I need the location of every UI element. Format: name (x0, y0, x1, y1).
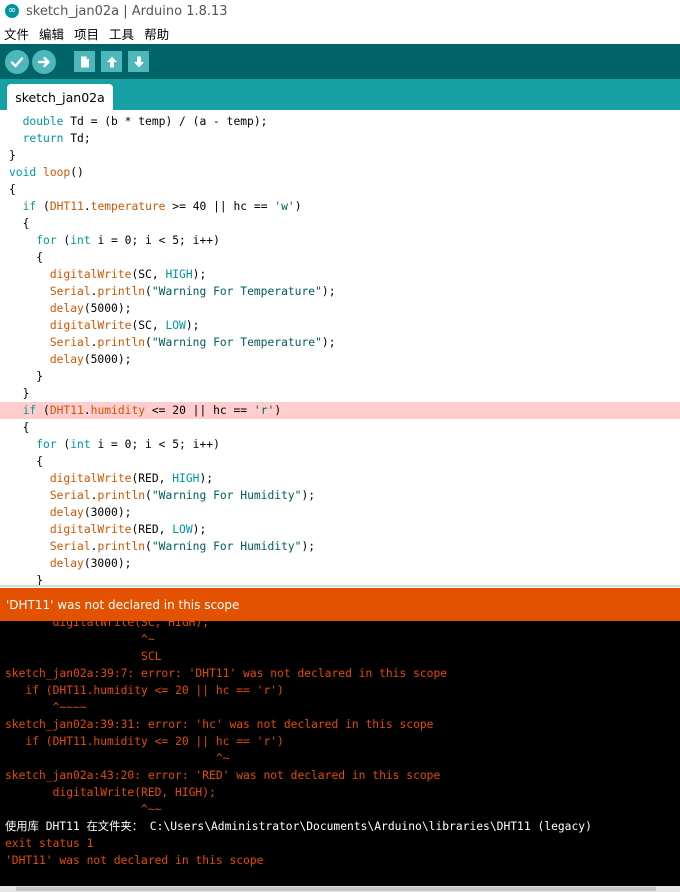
code-line[interactable]: delay(5000); (0, 351, 680, 368)
title-bar: ∞ sketch_jan02a | Arduino 1.8.13 (0, 0, 680, 22)
toolbar (0, 44, 680, 79)
verify-button[interactable] (5, 49, 29, 74)
menu-sketch[interactable]: 项目 (74, 24, 99, 43)
menu-bar: 文件 编辑 项目 工具 帮助 (0, 22, 680, 44)
console-line: sketch_jan02a:39:7: error: 'DHT11' was n… (5, 667, 448, 680)
code-line[interactable]: { (0, 453, 680, 470)
console-horizontal-scrollbar[interactable] (0, 886, 680, 892)
code-line[interactable]: for (int i = 0; i < 5; i++) (0, 436, 680, 453)
save-button[interactable] (128, 51, 149, 72)
menu-tools[interactable]: 工具 (109, 24, 134, 43)
code-editor[interactable]: double Td = (b * temp) / (a - temp); ret… (0, 110, 680, 587)
console-line: sketch_jan02a:39:31: error: 'hc' was not… (5, 718, 434, 731)
menu-edit[interactable]: 编辑 (39, 24, 64, 43)
new-file-icon (80, 56, 89, 67)
console-line: digitalWrite(RED, HIGH); (5, 786, 216, 799)
console-line: 'DHT11' was not declared in this scope (5, 854, 264, 867)
code-line[interactable]: digitalWrite(SC, LOW); (0, 317, 680, 334)
arrow-right-icon (37, 56, 50, 67)
scrollbar-thumb[interactable] (16, 887, 656, 891)
console-line: digitalWrite(SC, HIGH); (5, 621, 210, 629)
code-line[interactable]: if (DHT11.temperature >= 40 || hc == 'w'… (0, 198, 680, 215)
console-output[interactable]: digitalWrite(SC, HIGH); ^~ SCL sketch_jan… (0, 621, 680, 886)
code-line[interactable]: Serial.println("Warning For Humidity"); (0, 538, 680, 555)
code-line-error[interactable]: if (DHT11.humidity <= 20 || hc == 'r') (0, 402, 680, 419)
console-line: SCL (5, 650, 162, 663)
arrow-up-icon (106, 56, 117, 67)
menu-help[interactable]: 帮助 (144, 24, 169, 43)
console-line: sketch_jan02a:43:20: error: 'RED' was no… (5, 769, 441, 782)
error-banner: 'DHT11' was not declared in this scope (0, 588, 680, 621)
console-line: ^~~~~ (5, 701, 87, 714)
code-line[interactable]: Serial.println("Warning For Humidity"); (0, 487, 680, 504)
code-line[interactable]: void loop() (0, 164, 680, 181)
console-line: exit status 1 (5, 837, 94, 850)
code-line[interactable]: { (0, 181, 680, 198)
arrow-down-icon (133, 56, 144, 67)
console-line: if (DHT11.humidity <= 20 || hc == 'r') (5, 684, 284, 697)
code-line[interactable]: Serial.println("Warning For Temperature"… (0, 334, 680, 351)
code-line[interactable]: digitalWrite(RED, LOW); (0, 521, 680, 538)
code-line[interactable]: digitalWrite(RED, HIGH); (0, 470, 680, 487)
code-line[interactable]: Serial.println("Warning For Temperature"… (0, 283, 680, 300)
window-title: sketch_jan02a | Arduino 1.8.13 (26, 3, 228, 19)
upload-button[interactable] (32, 49, 56, 74)
code-line[interactable]: delay(3000); (0, 504, 680, 521)
code-line[interactable]: { (0, 249, 680, 266)
console-line: ^~ (5, 633, 155, 646)
code-line[interactable]: delay(3000); (0, 555, 680, 572)
console-line: if (DHT11.humidity <= 20 || hc == 'r') (5, 735, 284, 748)
code-line[interactable]: double Td = (b * temp) / (a - temp); (0, 113, 680, 130)
tab-bar: sketch_jan02a (0, 79, 680, 110)
tab-sketch-jan02a[interactable]: sketch_jan02a (7, 84, 113, 110)
arduino-logo-icon: ∞ (5, 4, 19, 18)
code-line[interactable]: } (0, 368, 680, 385)
code-line[interactable]: delay(5000); (0, 300, 680, 317)
console-line: ^~ (5, 752, 230, 765)
menu-file[interactable]: 文件 (4, 24, 29, 43)
console-line: ^~~ (5, 803, 162, 816)
code-line[interactable]: digitalWrite(SC, HIGH); (0, 266, 680, 283)
editor-divider (0, 585, 680, 587)
code-line[interactable]: { (0, 419, 680, 436)
open-button[interactable] (101, 51, 122, 72)
code-line[interactable]: return Td; (0, 130, 680, 147)
code-line[interactable]: } (0, 385, 680, 402)
error-banner-message: 'DHT11' was not declared in this scope (6, 597, 240, 612)
console-line: 使用库 DHT11 在文件夹： C:\Users\Administrator\D… (5, 820, 592, 833)
new-button[interactable] (74, 51, 95, 72)
check-icon (10, 56, 24, 67)
code-line[interactable]: for (int i = 0; i < 5; i++) (0, 232, 680, 249)
code-line[interactable]: { (0, 215, 680, 232)
code-line[interactable]: } (0, 147, 680, 164)
